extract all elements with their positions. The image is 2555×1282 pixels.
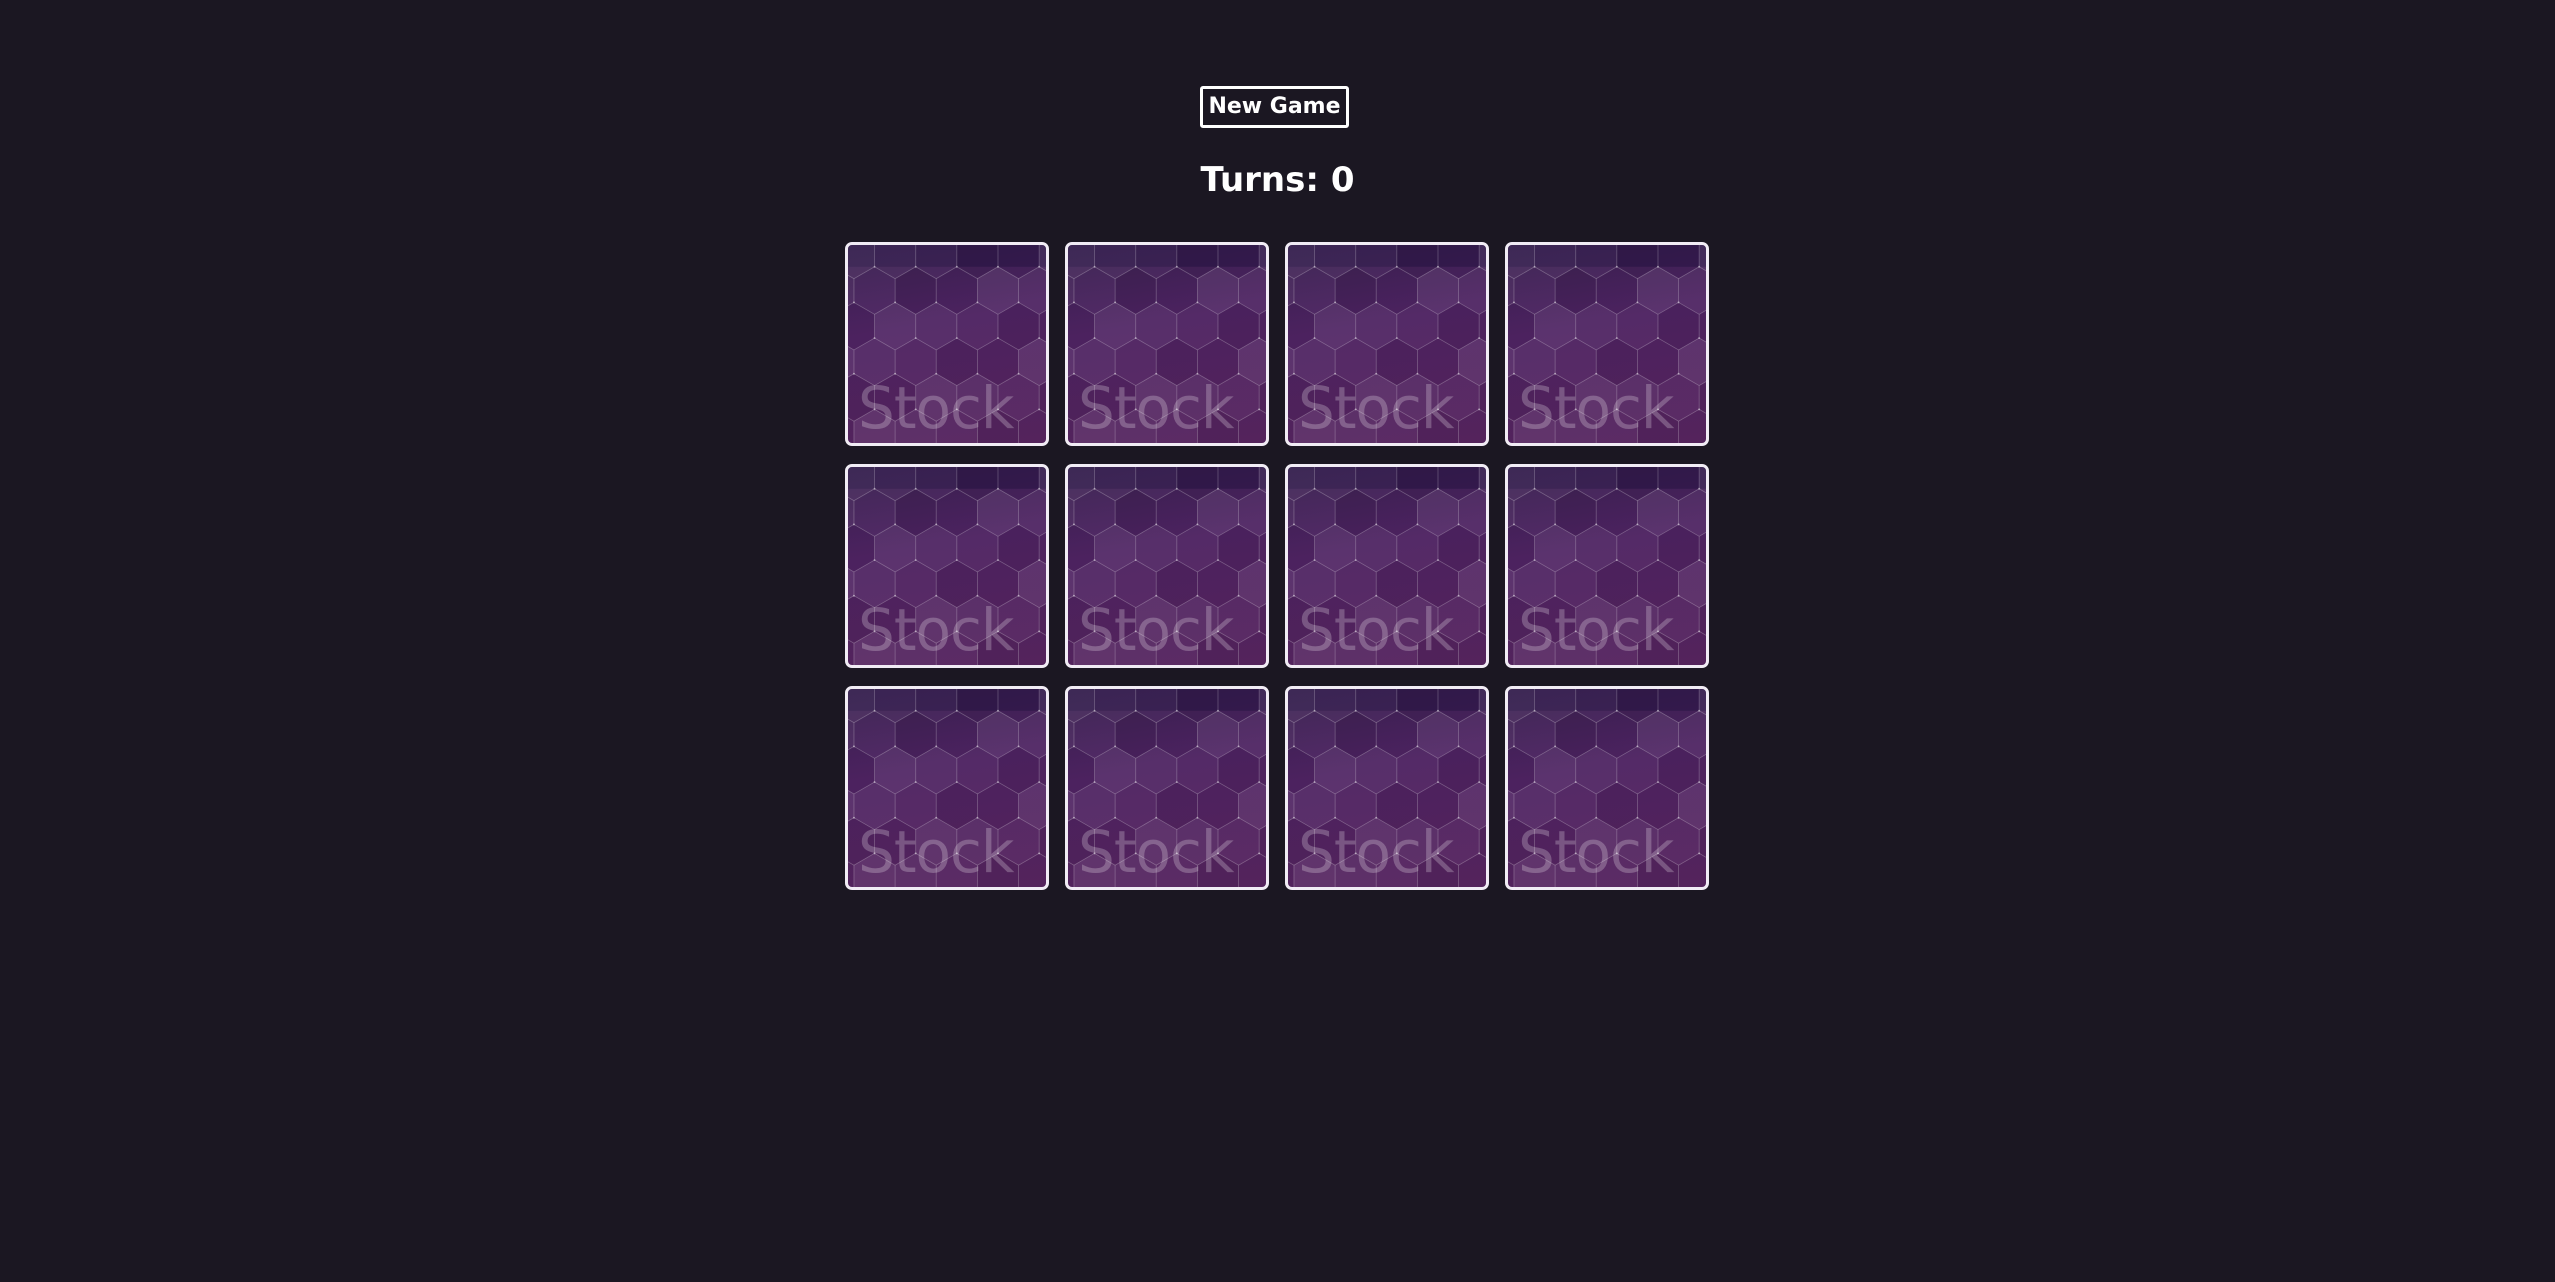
card-grid: Stock Stock Stock Stock Stock Stock Stock Stock…: [845, 242, 1709, 890]
hexagon-pattern: [1068, 467, 1266, 665]
card-back[interactable]: Stock: [1505, 686, 1709, 890]
turns-counter: Turns: 0: [0, 156, 2555, 204]
hexagon-pattern: [1288, 245, 1486, 443]
hexagon-pattern: [848, 689, 1046, 887]
card-back[interactable]: Stock: [845, 242, 1049, 446]
hexagon-pattern: [1068, 689, 1266, 887]
memory-game: New Game Turns: 0 Stock Stock Stock Stock St…: [0, 0, 2555, 1282]
card-back[interactable]: Stock: [1285, 686, 1489, 890]
card-back[interactable]: Stock: [1065, 464, 1269, 668]
card-back[interactable]: Stock: [1065, 686, 1269, 890]
card-back[interactable]: Stock: [1285, 242, 1489, 446]
card-back[interactable]: Stock: [1505, 242, 1709, 446]
new-game-button[interactable]: New Game: [1200, 86, 1349, 128]
hexagon-pattern: [1508, 689, 1706, 887]
card-back[interactable]: Stock: [845, 686, 1049, 890]
hexagon-pattern: [1068, 245, 1266, 443]
card-back[interactable]: Stock: [1505, 464, 1709, 668]
card-back[interactable]: Stock: [1065, 242, 1269, 446]
card-back[interactable]: Stock: [845, 464, 1049, 668]
turns-label: Turns:: [1200, 160, 1331, 200]
turns-count: 0: [1330, 160, 1355, 200]
card-back[interactable]: Stock: [1285, 464, 1489, 668]
hexagon-pattern: [1508, 467, 1706, 665]
hexagon-pattern: [1288, 689, 1486, 887]
hexagon-pattern: [848, 245, 1046, 443]
hexagon-pattern: [848, 467, 1046, 665]
hexagon-pattern: [1508, 245, 1706, 443]
hexagon-pattern: [1288, 467, 1486, 665]
